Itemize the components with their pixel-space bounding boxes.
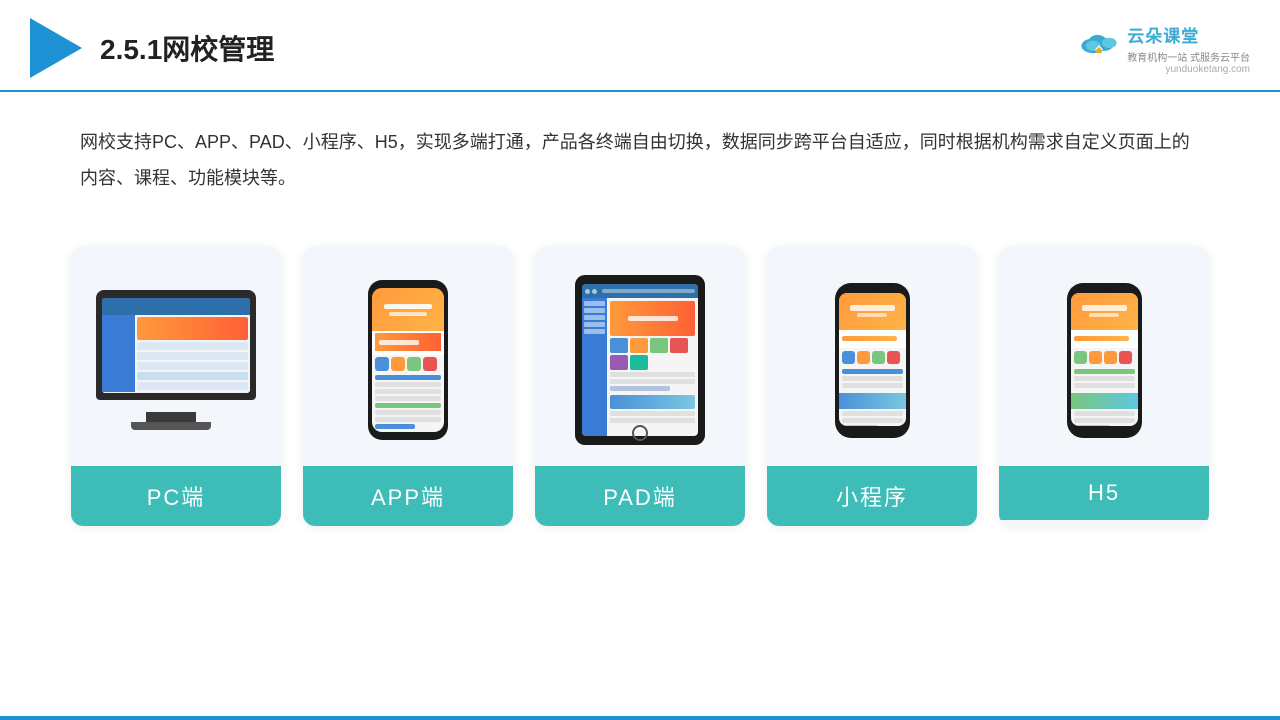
card-image-app [303,246,513,466]
card-app: APP端 [303,246,513,526]
pc-monitor-icon [91,290,261,430]
card-pad: PAD端 [535,246,745,526]
card-pc: PC端 [71,246,281,526]
phone-small-notch [859,283,885,289]
card-label-h5: H5 [999,466,1209,520]
phone-app-icon [368,280,448,440]
brand-right-text: 云朵课堂 教育机构一站 式服务云平台 [1127,22,1250,64]
tablet-screen [582,284,698,436]
brand-area: 云朵课堂 教育机构一站 式服务云平台 yunduoketang.com [1077,22,1250,75]
brand-top-row: 云朵课堂 教育机构一站 式服务云平台 [1077,22,1250,64]
tablet-home-button [632,425,648,441]
brand-slogan: 教育机构一站 式服务云平台 [1127,49,1250,64]
card-label-pc: PC端 [71,466,281,526]
phone-screen [372,288,444,432]
brand-name: 云朵课堂 [1127,22,1199,47]
bottom-border [0,716,1280,720]
card-label-app: APP端 [303,466,513,526]
phone-notch [394,280,422,287]
card-h5: H5 [999,246,1209,526]
description-text: 网校支持PC、APP、PAD、小程序、H5，实现多端打通，产品各终端自由切换，数… [0,92,1280,216]
phone-small-notch-h5 [1091,283,1117,289]
card-miniprogram: 小程序 [767,246,977,526]
card-label-miniprogram: 小程序 [767,466,977,526]
card-image-pc [71,246,281,466]
cloud-logo-icon [1077,25,1121,60]
phone-h5-icon [1067,283,1142,438]
header: 2.5.1网校管理 云朵课堂 教育机构一站 式服务云平台 yunduoketan… [0,0,1280,92]
brand-url: yunduoketang.com [1165,64,1250,75]
tablet-icon [575,275,705,445]
page-title: 2.5.1网校管理 [100,28,274,68]
header-left: 2.5.1网校管理 [30,18,274,78]
card-image-h5 [999,246,1209,466]
cards-section: PC端 [0,226,1280,556]
card-label-pad: PAD端 [535,466,745,526]
phone-small-screen-h5 [1071,293,1138,426]
card-image-pad [535,246,745,466]
phone-miniprogram-icon [835,283,910,438]
phone-small-screen [839,293,906,426]
card-image-miniprogram [767,246,977,466]
logo-triangle-icon [30,18,82,78]
